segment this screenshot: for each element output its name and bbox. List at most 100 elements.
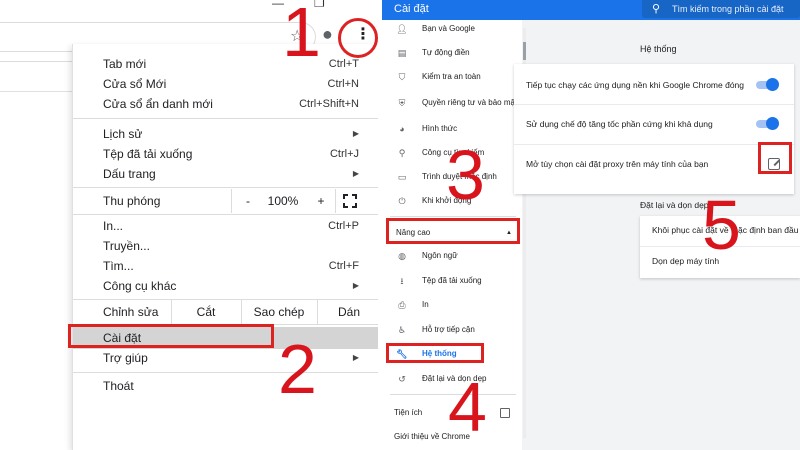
annotation-number-2: 2 bbox=[278, 330, 317, 408]
shield-icon: ⛨ bbox=[398, 98, 406, 108]
setting-row-background-apps[interactable]: Tiếp tục chạy các ứng dụng nền khi Googl… bbox=[514, 78, 794, 92]
menu-item-label: In... bbox=[103, 219, 124, 233]
sidebar-item-accessibility[interactable]: ♿︎ Hỗ trợ tiếp cận bbox=[382, 323, 522, 337]
menu-item-label: Công cụ khác bbox=[103, 279, 177, 293]
menu-item-label: Cửa sổ ẩn danh mới bbox=[103, 97, 213, 111]
zoom-label: Thu phóng bbox=[103, 194, 161, 208]
divider bbox=[231, 189, 232, 213]
setting-label: Sử dụng chế độ tăng tốc phần cứng khi kh… bbox=[526, 119, 713, 129]
system-card: Tiếp tục chạy các ứng dụng nền khi Googl… bbox=[514, 64, 794, 194]
shortcut-label: Ctrl+N bbox=[327, 78, 359, 90]
section-title-system: Hệ thống bbox=[640, 44, 677, 54]
menu-item-label: Dấu trang bbox=[103, 167, 156, 181]
sidebar-item-label: Hình thức bbox=[422, 124, 458, 133]
menu-item-help[interactable]: Trợ giúp ▶ bbox=[73, 348, 380, 368]
power-icon: ⏻ bbox=[398, 196, 406, 206]
menu-item-print[interactable]: In... Ctrl+P bbox=[73, 216, 380, 236]
annotation-box-proxy bbox=[758, 142, 792, 174]
scrollbar-thumb[interactable] bbox=[523, 42, 526, 60]
menu-item-more-tools[interactable]: Công cụ khác ▶ bbox=[73, 276, 380, 296]
zoom-in-button[interactable]: + bbox=[309, 189, 333, 213]
chrome-main-menu: Tab mới Ctrl+T Cửa sổ Mới Ctrl+N Cửa sổ … bbox=[72, 44, 380, 450]
sidebar-item-label: Quyền riêng tư và bảo mật bbox=[422, 98, 518, 107]
background-apps-toggle[interactable] bbox=[756, 78, 779, 91]
palette-icon: ◕ bbox=[399, 124, 405, 134]
sidebar-item-you-and-google[interactable]: 👤︎ Bạn và Google bbox=[382, 22, 522, 36]
sidebar-item-languages[interactable]: ◍ Ngôn ngữ bbox=[382, 249, 522, 263]
sidebar-item-label: In bbox=[422, 300, 429, 309]
paste-button[interactable]: Dán bbox=[317, 300, 380, 324]
setting-row-proxy[interactable]: Mở tùy chọn cài đặt proxy trên máy tính … bbox=[514, 157, 754, 171]
menu-item-exit[interactable]: Thoát bbox=[73, 376, 380, 396]
settings-main: Hệ thống Tiếp tục chạy các ứng dụng nền … bbox=[514, 20, 800, 450]
menu-item-label: Trợ giúp bbox=[103, 351, 148, 365]
menu-item-find[interactable]: Tìm... Ctrl+F bbox=[73, 256, 380, 276]
profile-avatar-icon[interactable]: ● bbox=[322, 24, 333, 45]
sidebar-item-label: Kiểm tra an toàn bbox=[422, 72, 481, 81]
accessibility-icon: ♿︎ bbox=[397, 325, 407, 335]
setting-label: Tiếp tục chạy các ứng dụng nền khi Googl… bbox=[526, 80, 745, 90]
setting-label: Mở tùy chọn cài đặt proxy trên máy tính … bbox=[526, 159, 709, 169]
menu-item-label: Thoát bbox=[103, 379, 134, 393]
submenu-arrow-icon: ▶ bbox=[352, 281, 359, 290]
search-placeholder: Tìm kiếm trong phần cài đặt bbox=[672, 4, 784, 14]
row-divider bbox=[514, 144, 794, 145]
menu-item-incognito[interactable]: Cửa sổ ẩn danh mới Ctrl+Shift+N bbox=[73, 94, 380, 114]
menu-item-label: Lịch sử bbox=[103, 127, 143, 141]
annotation-number-3: 3 bbox=[446, 136, 485, 214]
menu-item-zoom: Thu phóng - 100% + bbox=[73, 189, 380, 213]
hardware-acceleration-toggle[interactable] bbox=[756, 117, 779, 130]
annotation-box-settings bbox=[68, 324, 274, 348]
menu-item-label: Tệp đã tải xuống bbox=[103, 147, 193, 161]
chrome-menu-panel: — ❐ ☆ ● ⋮ Tab mới Ctrl+T Cửa sổ Mới Ctrl… bbox=[0, 0, 380, 450]
sidebar-item-privacy[interactable]: ⛨ Quyền riêng tư và bảo mật bbox=[382, 96, 522, 110]
clipboard-icon: ▤ bbox=[397, 48, 407, 58]
shortcut-label: Ctrl+P bbox=[328, 220, 359, 232]
menu-item-history[interactable]: Lịch sử ▶ bbox=[73, 124, 380, 144]
menu-item-new-window[interactable]: Cửa sổ Mới Ctrl+N bbox=[73, 74, 380, 94]
menu-item-label: Tab mới bbox=[103, 57, 147, 71]
menu-item-label: Cửa sổ Mới bbox=[103, 77, 167, 91]
menu-divider bbox=[73, 118, 380, 119]
sidebar-item-appearance[interactable]: ◕ Hình thức bbox=[382, 122, 522, 136]
shortcut-label: Ctrl+Shift+N bbox=[299, 98, 359, 110]
sidebar-item-downloads[interactable]: ⭳ Tệp đã tải xuống bbox=[382, 274, 522, 288]
shortcut-label: Ctrl+J bbox=[329, 148, 359, 160]
annotation-number-5: 5 bbox=[702, 186, 741, 264]
sidebar-item-safety-check[interactable]: ⛉ Kiểm tra an toàn bbox=[382, 70, 522, 84]
setting-row-hardware-acceleration[interactable]: Sử dụng chế độ tăng tốc phần cứng khi kh… bbox=[514, 117, 794, 131]
sidebar-item-label: Bạn và Google bbox=[422, 24, 475, 33]
cut-button[interactable]: Cắt bbox=[171, 300, 241, 324]
divider bbox=[335, 189, 336, 213]
browser-icon: ▭ bbox=[397, 172, 407, 182]
settings-search-input[interactable]: ⚲ Tìm kiếm trong phần cài đặt bbox=[642, 0, 800, 18]
external-link-icon bbox=[500, 408, 510, 418]
submenu-arrow-icon: ▶ bbox=[352, 353, 359, 362]
annotation-number-4: 4 bbox=[448, 368, 487, 446]
restore-icon: ↺ bbox=[398, 374, 406, 384]
annotation-circle-menu bbox=[338, 18, 378, 58]
settings-header: Cài đặt ⚲ Tìm kiếm trong phần cài đặt bbox=[382, 0, 800, 20]
edit-label: Chỉnh sửa bbox=[103, 305, 159, 319]
menu-divider bbox=[73, 372, 380, 373]
sidebar-item-autofill[interactable]: ▤ Tự động điền bbox=[382, 46, 522, 60]
section-title-reset: Đặt lại và dọn dẹp bbox=[640, 200, 709, 210]
row-divider bbox=[514, 104, 794, 105]
menu-item-cast[interactable]: Truyền... bbox=[73, 236, 380, 256]
copy-button[interactable]: Sao chép bbox=[241, 300, 317, 324]
annotation-number-1: 1 bbox=[282, 0, 321, 71]
sidebar-item-label: Tệp đã tải xuống bbox=[422, 276, 482, 285]
submenu-arrow-icon: ▶ bbox=[352, 169, 359, 178]
submenu-arrow-icon: ▶ bbox=[352, 129, 359, 138]
menu-item-edit: Chỉnh sửa Cắt Sao chép Dán bbox=[73, 300, 380, 324]
settings-panel: Cài đặt ⚲ Tìm kiếm trong phần cài đặt 👤︎… bbox=[382, 0, 800, 450]
sidebar-item-printing[interactable]: ⎙ In bbox=[382, 298, 522, 312]
shield-check-icon: ⛉ bbox=[398, 72, 406, 82]
fullscreen-icon[interactable] bbox=[343, 194, 357, 208]
menu-item-downloads[interactable]: Tệp đã tải xuống Ctrl+J bbox=[73, 144, 380, 164]
annotation-box-system bbox=[386, 343, 484, 363]
menu-item-new-tab[interactable]: Tab mới Ctrl+T bbox=[73, 54, 380, 74]
printer-icon: ⎙ bbox=[398, 300, 406, 310]
menu-item-bookmarks[interactable]: Dấu trang ▶ bbox=[73, 164, 380, 184]
zoom-level: 100% bbox=[267, 194, 299, 208]
